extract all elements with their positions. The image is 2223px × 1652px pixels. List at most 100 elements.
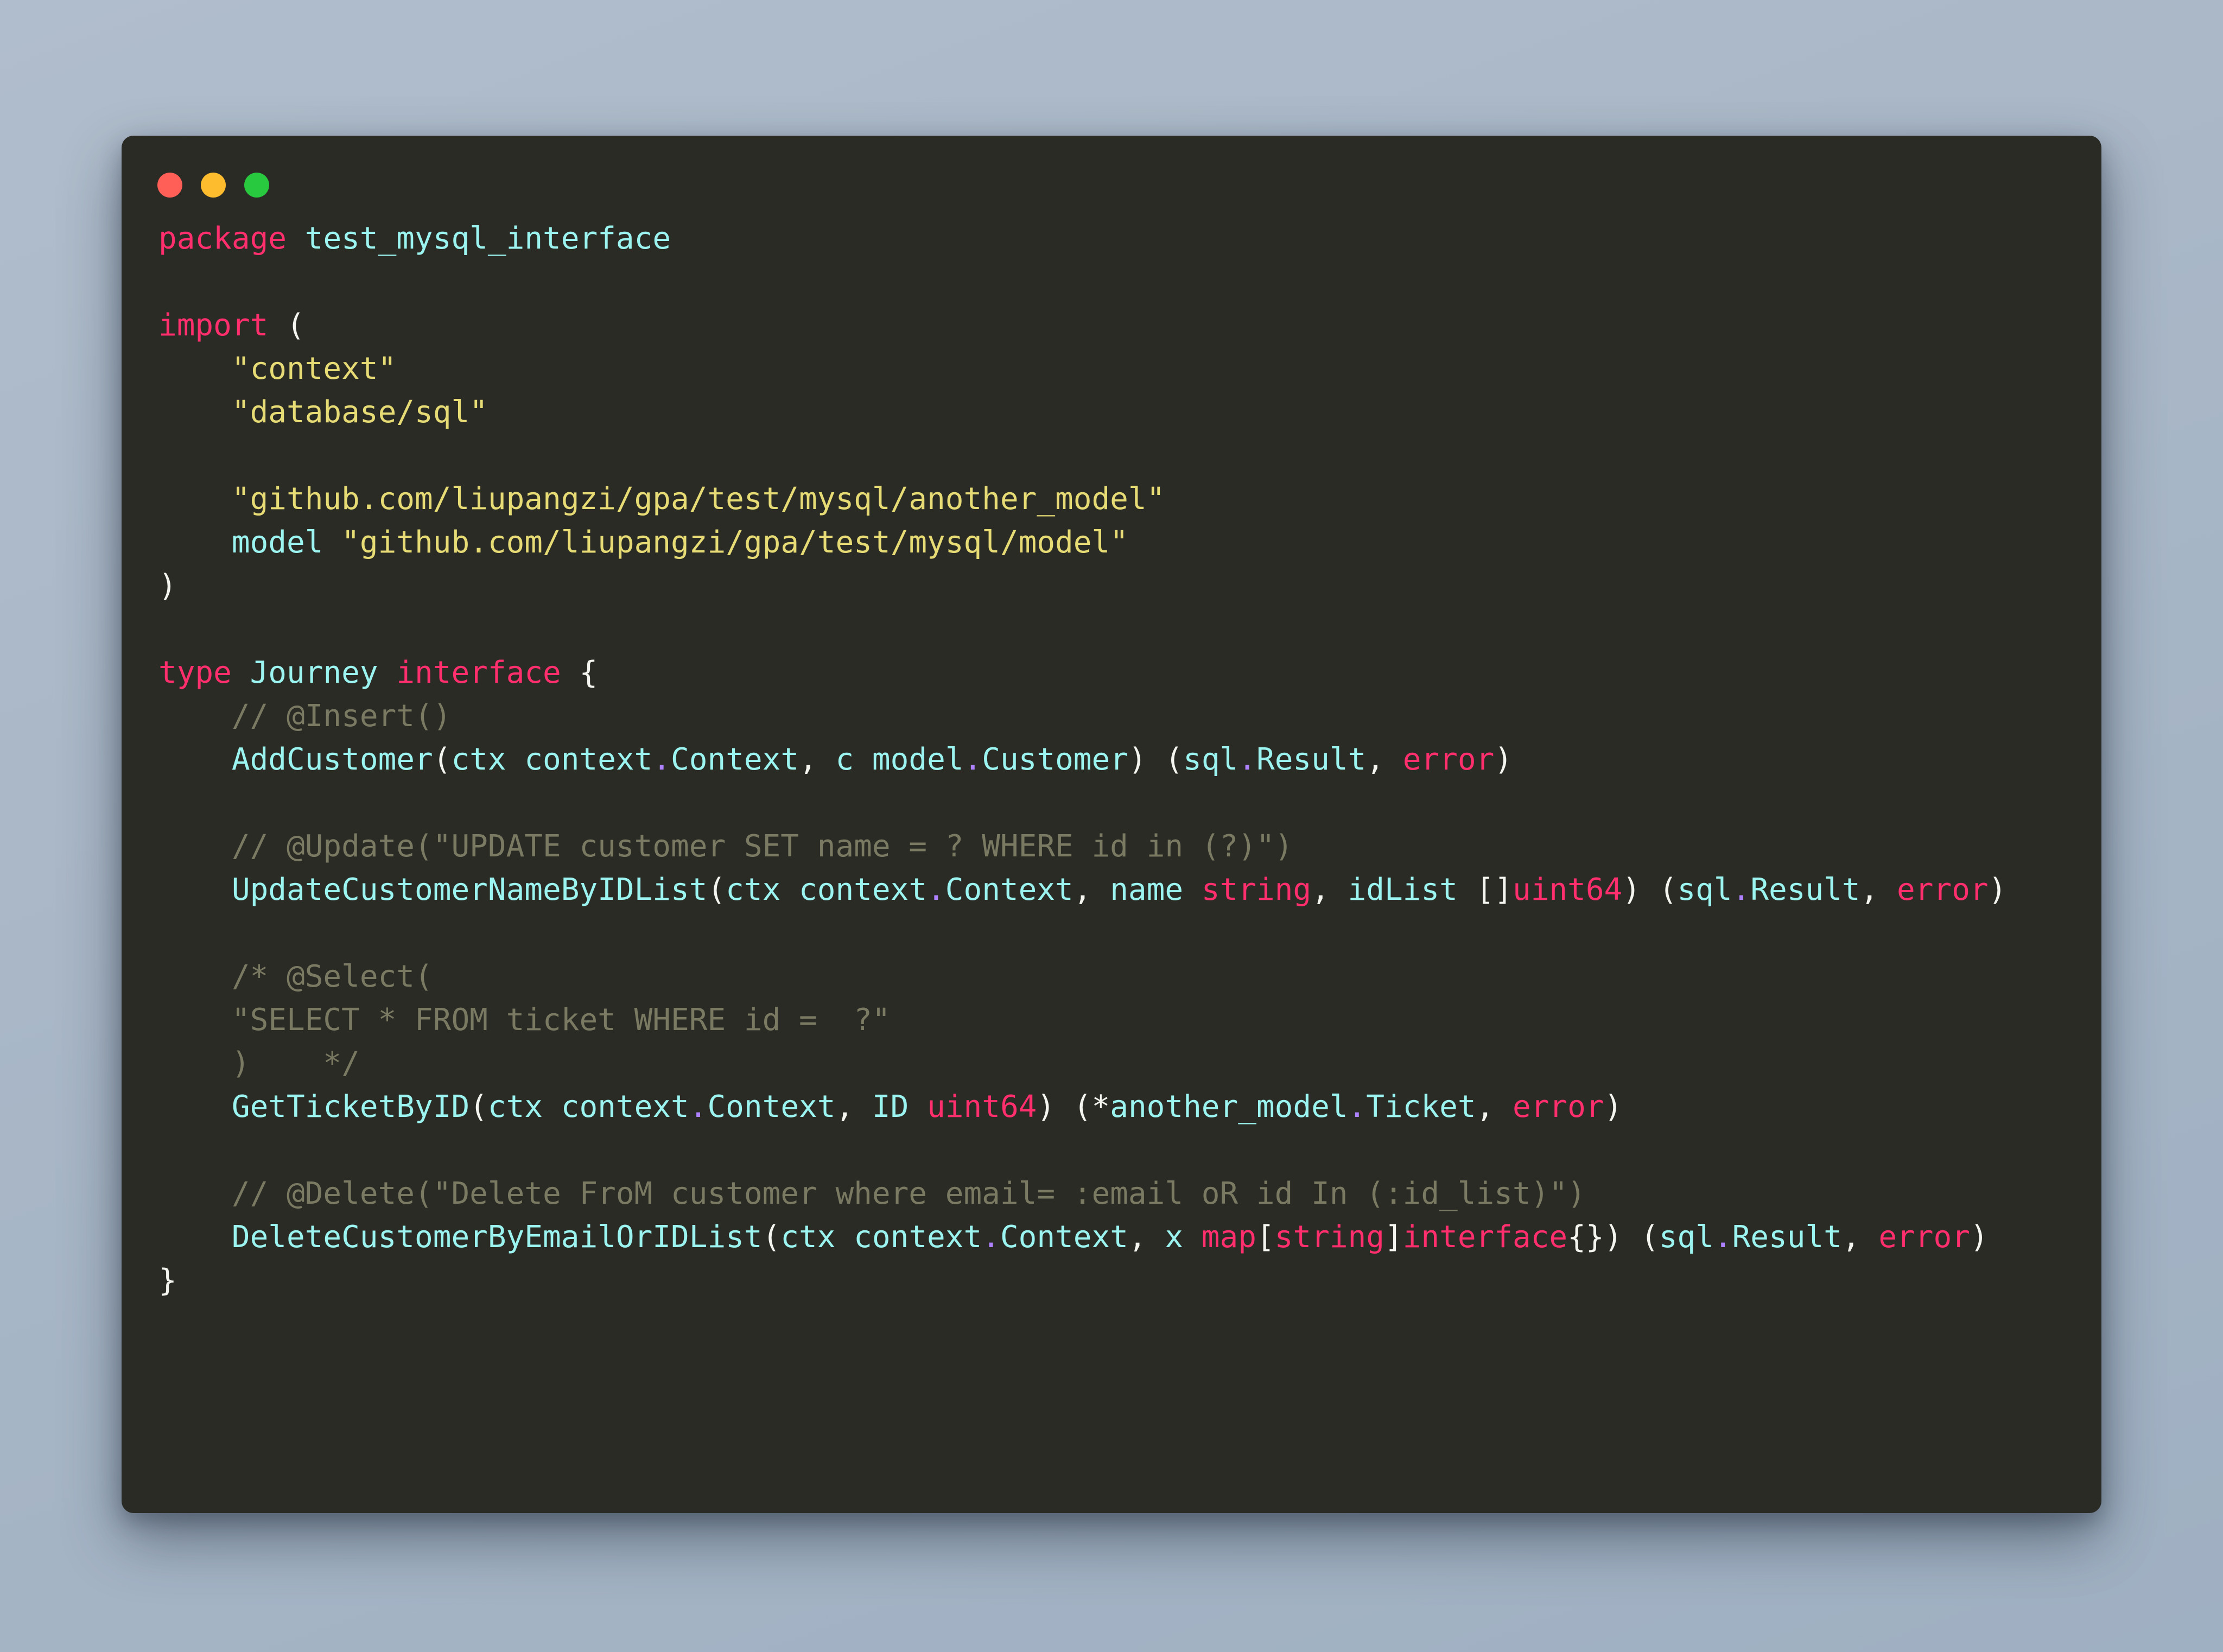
code-token: UpdateCustomerNameByIDList [231,872,708,907]
line-import-context: "context" [158,347,2080,391]
code-token: GetTicketByID [231,1089,470,1124]
line-method-getticketbyid: GetTicketByID(ctx context.Context, ID ui… [158,1085,2080,1129]
code-token: ctx context [487,1089,689,1124]
code-token: ) [1970,1219,1989,1255]
code-token: error [1402,742,1495,777]
code-token: , [1366,742,1403,777]
code-token: , [1860,872,1897,907]
code-token: ( [469,1089,488,1124]
line-method-updatecustomernamebyidlist: UpdateCustomerNameByIDList(ctx context.C… [158,868,2080,912]
code-token: c model [835,742,964,777]
code-token: "database/sql" [231,395,488,430]
code-token: string [1201,872,1312,907]
line-comment-select-open: /* @Select( [158,955,2080,999]
code-token: interface [396,655,561,690]
code-token: string [1274,1219,1384,1255]
code-token: ctx context [451,742,653,777]
code-token: package [158,221,287,256]
line-comment-update: // @Update("UPDATE customer SET name = ?… [158,825,2080,868]
code-token: ( [433,742,452,777]
code-token: ) [1604,1089,1623,1124]
code-token: ) [158,568,177,603]
line-comment-insert: // @Insert() [158,695,2080,738]
code-token: [ [1256,1219,1275,1255]
code-token: . [689,1089,708,1124]
code-token: {} [1567,1219,1604,1255]
code-token: Context [707,1089,836,1124]
line-import-another-model: "github.com/liupangzi/gpa/test/mysql/ano… [158,478,2080,521]
code-token: . [927,872,945,907]
code-token: // @Delete("Delete FroM customer where e… [231,1176,1586,1211]
close-button[interactable] [157,173,182,198]
code-token: . [1713,1219,1732,1255]
code-token: ctx context [780,1219,982,1255]
code-token: . [652,742,671,777]
line-method-deletecustomerbyemailoridlist: DeleteCustomerByEmailOrIDList(ctx contex… [158,1216,2080,1259]
code-token: Ticket [1366,1089,1476,1124]
code-token: DeleteCustomerByEmailOrIDList [231,1219,763,1255]
line-blank-5 [158,912,2080,955]
code-token: , [1841,1219,1879,1255]
code-token: . [963,742,982,777]
code-token: ID [872,1089,928,1124]
line-blank-6 [158,1129,2080,1172]
code-token: , [1128,1219,1165,1255]
code-token: sql [1183,742,1238,777]
code-block[interactable]: package test_mysql_interface import ( "c… [158,217,2080,1302]
code-token: , [1311,872,1348,907]
code-token: x [1165,1219,1202,1255]
code-token: idList [1348,872,1476,907]
code-token: uint64 [1512,872,1623,907]
code-token: . [1238,742,1256,777]
line-comment-delete: // @Delete("Delete FroM customer where e… [158,1172,2080,1216]
code-token: ( [268,308,305,343]
line-blank-4 [158,781,2080,825]
code-token: import [158,308,269,343]
line-method-addcustomer: AddCustomer(ctx context.Context, c model… [158,738,2080,781]
code-token: Result [1750,872,1860,907]
code-token: ) */ [231,1046,360,1081]
line-package: package test_mysql_interface [158,217,2080,260]
code-token: "context" [231,351,397,386]
code-window: package test_mysql_interface import ( "c… [122,136,2101,1513]
code-token: ( [762,1219,781,1255]
line-blank-2 [158,434,2080,478]
code-token: name [1110,872,1202,907]
code-token: Customer [982,742,1128,777]
code-token: , [1476,1089,1513,1124]
screenshot-root: package test_mysql_interface import ( "c… [0,0,2223,1652]
code-token: interface [1402,1219,1568,1255]
line-comment-select-sql: "SELECT * FROM ticket WHERE id = ?" [158,999,2080,1042]
code-token: { [561,655,598,690]
code-token: ctx context [726,872,928,907]
code-token: error [1878,1219,1970,1255]
code-token: "SELECT * FROM ticket WHERE id = ?" [231,1002,891,1038]
code-token: ) [1988,872,2007,907]
code-token: ( [707,872,726,907]
code-token: Context [671,742,799,777]
code-token: // @Update("UPDATE customer SET name = ?… [231,829,1293,864]
code-token: ) (* [1037,1089,1110,1124]
code-token: Context [945,872,1074,907]
line-type-journey: type Journey interface { [158,651,2080,695]
code-token: . [1732,872,1751,907]
code-token: sql [1677,872,1732,907]
code-token: Journey [250,655,378,690]
maximize-button[interactable] [244,173,269,198]
minimize-button[interactable] [201,173,226,198]
line-import-model-alias: model "github.com/liupangzi/gpa/test/mys… [158,521,2080,564]
code-token: ) ( [1128,742,1184,777]
code-token: , [799,742,836,777]
code-token: sql [1659,1219,1714,1255]
